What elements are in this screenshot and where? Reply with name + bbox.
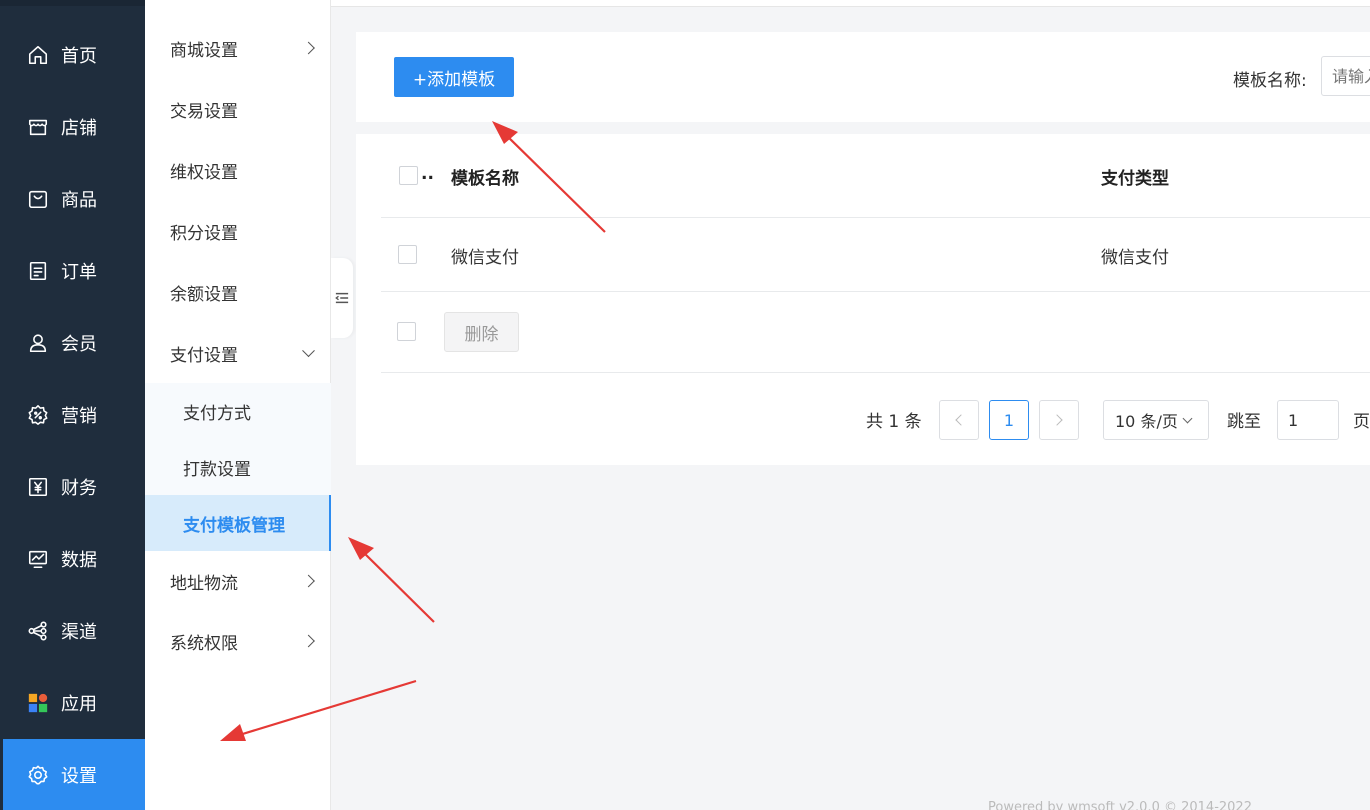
next-page-button[interactable] <box>1039 400 1079 440</box>
nav-label: 数据 <box>61 550 97 571</box>
template-name-label: 模板名称: <box>1233 71 1307 91</box>
submenu-item-payment[interactable]: 支付设置 <box>145 323 331 383</box>
chevron-right-icon <box>302 574 315 588</box>
nav-item-marketing[interactable]: 营销 <box>0 379 145 451</box>
row-checkbox[interactable] <box>398 245 417 264</box>
marketing-icon <box>27 404 49 426</box>
nav-item-store[interactable]: 店铺 <box>0 91 145 163</box>
nav-item-apps[interactable]: 应用 <box>0 667 145 739</box>
submenu-label: 地址物流 <box>170 573 238 594</box>
submenu-label: 支付设置 <box>170 345 238 366</box>
delete-button[interactable]: 删除 <box>444 312 519 352</box>
submenu-label: 商城设置 <box>170 40 238 61</box>
submenu-label: 交易设置 <box>170 101 238 122</box>
store-icon <box>27 116 49 138</box>
chart-icon <box>27 548 49 570</box>
collapse-icon <box>335 292 349 304</box>
submenu-item-mall[interactable]: 商城设置 <box>145 18 331 78</box>
page-suffix-label: 页 <box>1353 412 1370 432</box>
page-size-value: 10 条/页 <box>1115 412 1178 431</box>
nav-top-divider <box>0 0 145 6</box>
toolbar-panel: +添加模板 模板名称: <box>356 32 1370 122</box>
page-size-select[interactable]: 10 条/页 <box>1103 400 1209 440</box>
jump-page-input[interactable] <box>1277 400 1339 440</box>
column-header-ellipsis: .. <box>421 164 434 184</box>
chevron-down-icon <box>1182 413 1193 423</box>
submenu-item-permissions[interactable]: 系统权限 <box>145 611 331 671</box>
jump-label: 跳至 <box>1227 412 1261 432</box>
nav-label: 商品 <box>61 190 97 211</box>
nav-item-home[interactable]: 首页 <box>0 19 145 91</box>
top-bar <box>331 0 1370 7</box>
template-name-cell: 微信支付 <box>451 248 519 268</box>
nav-label: 店铺 <box>61 118 97 139</box>
nav-item-members[interactable]: 会员 <box>0 307 145 379</box>
footer-text: Powered by wmsoft v2.0.0 © 2014-2022 <box>988 800 1252 810</box>
nav-item-orders[interactable]: 订单 <box>0 235 145 307</box>
nav-item-channels[interactable]: 渠道 <box>0 595 145 667</box>
row-divider <box>381 372 1370 373</box>
submenu-child-label: 支付模板管理 <box>183 515 285 536</box>
submenu-label: 积分设置 <box>170 223 238 244</box>
submenu-child-label: 打款设置 <box>183 459 251 480</box>
submenu-label: 维权设置 <box>170 162 238 183</box>
submenu-item-balance[interactable]: 余额设置 <box>145 262 331 322</box>
submenu-child-label: 支付方式 <box>183 403 251 424</box>
submenu-item-points[interactable]: 积分设置 <box>145 201 331 261</box>
share-icon <box>27 620 49 642</box>
nav-label: 设置 <box>61 766 97 787</box>
chevron-down-icon <box>302 344 315 358</box>
column-header-payment-type: 支付类型 <box>1101 169 1169 189</box>
page-number-button[interactable]: 1 <box>989 400 1029 440</box>
pagination-total: 共 1 条 <box>866 412 922 432</box>
main-nav: 首页 店铺 商品 订单 会员 营销 财务 数据 渠道 应用 设置 <box>0 0 145 810</box>
apps-icon <box>27 692 49 714</box>
row-divider <box>381 217 1370 218</box>
bag-icon <box>27 188 49 210</box>
nav-label: 订单 <box>61 262 97 283</box>
nav-item-finance[interactable]: 财务 <box>0 451 145 523</box>
nav-item-settings[interactable]: 设置 <box>3 739 145 810</box>
payment-submenu: 支付方式 打款设置 支付模板管理 <box>145 383 331 551</box>
home-icon <box>27 44 49 66</box>
select-all-checkbox[interactable] <box>399 166 418 185</box>
nav-label: 财务 <box>61 478 97 499</box>
nav-label: 渠道 <box>61 622 97 643</box>
column-header-template-name: 模板名称 <box>451 169 519 189</box>
annotation-arrow-template-menu <box>348 537 435 623</box>
finance-icon <box>27 476 49 498</box>
nav-label: 应用 <box>61 694 97 715</box>
nav-label: 营销 <box>61 406 97 427</box>
nav-label: 首页 <box>61 46 97 67</box>
order-icon <box>27 260 49 282</box>
submenu-label: 余额设置 <box>170 284 238 305</box>
submenu-label: 系统权限 <box>170 633 238 654</box>
template-table-panel: .. 模板名称 支付类型 微信支付 微信支付 删除 共 1 条 1 10 条/页… <box>356 134 1370 465</box>
chevron-right-icon <box>302 41 315 55</box>
user-icon <box>27 332 49 354</box>
submenu-child-payment-templates[interactable]: 支付模板管理 <box>145 495 331 551</box>
submenu-item-trade[interactable]: 交易设置 <box>145 79 331 139</box>
submenu-item-rights[interactable]: 维权设置 <box>145 140 331 200</box>
settings-submenu: 商城设置 交易设置 维权设置 积分设置 余额设置 支付设置 支付方式 打款设置 … <box>145 0 331 810</box>
submenu-child-payout-settings[interactable]: 打款设置 <box>145 439 331 495</box>
nav-item-data[interactable]: 数据 <box>0 523 145 595</box>
chevron-right-icon <box>1051 414 1063 426</box>
chevron-right-icon <box>302 634 315 648</box>
prev-page-button[interactable] <box>939 400 979 440</box>
add-template-button[interactable]: +添加模板 <box>394 57 514 97</box>
collapse-menu-button[interactable] <box>331 258 353 338</box>
nav-item-goods[interactable]: 商品 <box>0 163 145 235</box>
payment-type-cell: 微信支付 <box>1101 248 1169 268</box>
submenu-item-logistics[interactable]: 地址物流 <box>145 551 331 611</box>
template-name-input[interactable] <box>1321 56 1370 96</box>
chevron-left-icon <box>955 414 967 426</box>
nav-label: 会员 <box>61 334 97 355</box>
row-divider <box>381 291 1370 292</box>
batch-select-checkbox[interactable] <box>397 322 416 341</box>
submenu-child-payment-methods[interactable]: 支付方式 <box>145 383 331 439</box>
gear-icon <box>27 764 49 786</box>
